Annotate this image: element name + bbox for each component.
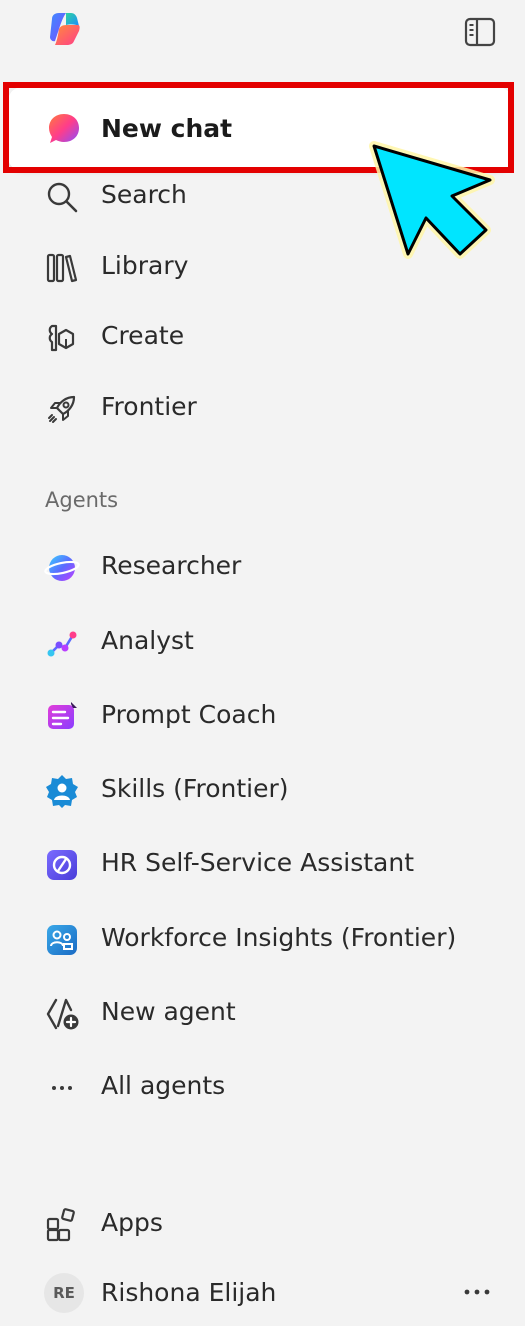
nav-item-frontier[interactable]: Frontier	[0, 379, 525, 435]
agents-heading: Agents	[45, 488, 119, 512]
avatar[interactable]: RE	[44, 1273, 84, 1313]
top-bar	[0, 0, 525, 62]
nav-item-apps[interactable]: Apps	[0, 1195, 525, 1251]
agent-item-new-agent[interactable]: New agent	[0, 984, 525, 1040]
researcher-icon	[44, 555, 80, 581]
nav-item-label: Frontier	[101, 392, 197, 421]
new-agent-icon	[46, 998, 79, 1030]
agent-item-label: Researcher	[101, 551, 242, 580]
new-chat-label: New chat	[101, 114, 233, 143]
user-name[interactable]: Rishona Elijah	[101, 1275, 276, 1311]
agent-item-label: HR Self-Service Assistant	[101, 848, 415, 877]
agent-item-analyst[interactable]: Analyst	[0, 613, 525, 669]
agent-item-label: Skills (Frontier)	[101, 774, 289, 803]
apps-label: Apps	[101, 1208, 163, 1237]
nav-item-search[interactable]: Search	[0, 167, 525, 223]
apps-icon	[46, 1208, 75, 1242]
agent-item-label: Workforce Insights (Frontier)	[101, 923, 457, 952]
nav-item-label: Search	[101, 180, 187, 209]
agent-item-prompt-coach[interactable]: Prompt Coach	[0, 687, 525, 743]
nav-item-label: Library	[101, 251, 189, 280]
nav-item-library[interactable]: Library	[0, 238, 525, 294]
copilot-logo-icon[interactable]	[44, 9, 84, 49]
agent-item-hr-assistant[interactable]: HR Self-Service Assistant	[0, 835, 525, 891]
agent-item-skills[interactable]: Skills (Frontier)	[0, 761, 525, 817]
hr-assistant-icon	[47, 850, 77, 880]
nav-item-label: Create	[101, 321, 185, 350]
prompt-coach-icon	[48, 702, 77, 729]
rocket-icon	[48, 395, 76, 423]
agent-item-researcher[interactable]: Researcher	[0, 538, 525, 594]
sidebar-toggle-icon[interactable]	[460, 14, 500, 50]
agent-item-all-agents[interactable]: All agents	[0, 1058, 525, 1114]
search-icon	[47, 182, 78, 213]
library-icon	[46, 253, 78, 283]
new-chat-button[interactable]: New chat	[8, 87, 512, 171]
create-icon	[48, 324, 75, 352]
ellipsis-icon	[52, 1086, 72, 1090]
new-chat-bubble-icon	[49, 114, 79, 143]
agent-item-label: Prompt Coach	[101, 700, 277, 729]
skills-icon	[46, 775, 78, 808]
workforce-insights-icon	[47, 925, 77, 955]
nav-item-create[interactable]: Create	[0, 308, 525, 364]
agent-item-label: All agents	[101, 1071, 226, 1100]
agent-item-label: Analyst	[101, 626, 194, 655]
analyst-icon	[47, 631, 77, 657]
agent-item-label: New agent	[101, 997, 236, 1026]
agent-item-workforce-insights[interactable]: Workforce Insights (Frontier)	[0, 910, 525, 966]
more-options-icon[interactable]	[455, 1272, 499, 1312]
